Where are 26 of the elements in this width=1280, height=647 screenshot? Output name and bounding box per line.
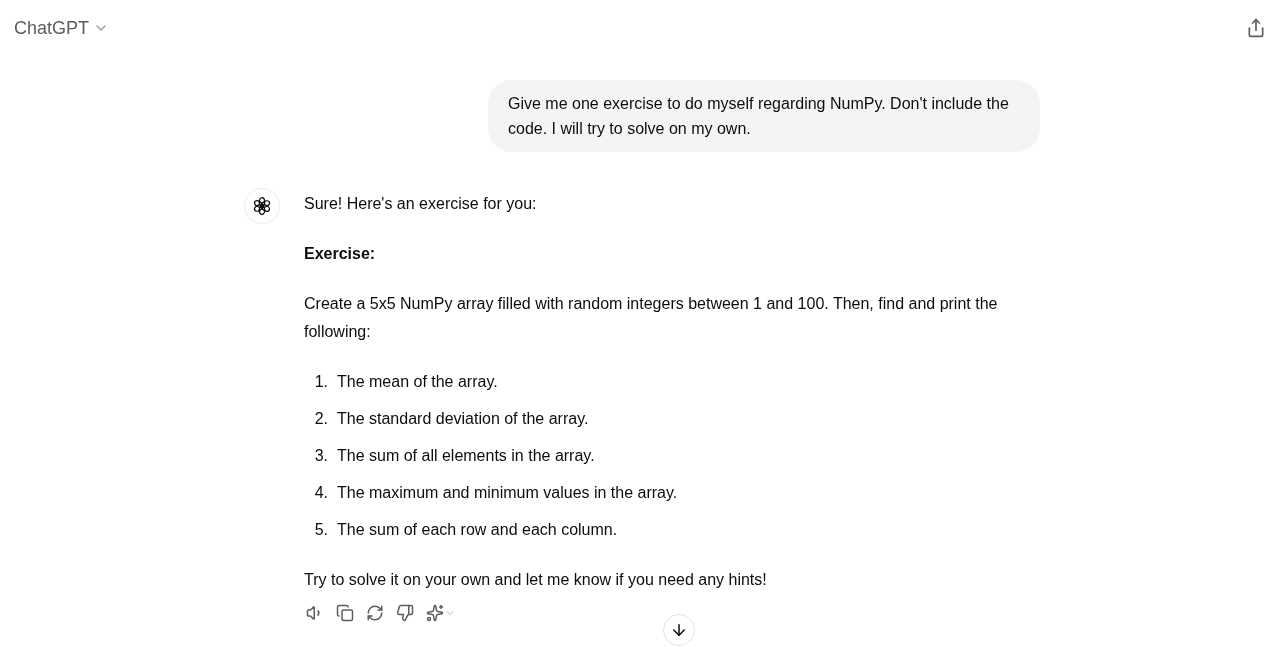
refresh-icon [366,604,384,622]
message-heading: Exercise: [304,244,377,264]
list-number: 5. [314,520,328,540]
list-item-text: The maximum and minimum values in the array. [337,483,678,503]
list-item-text: The standard deviation of the array. [337,409,589,429]
user-message: Give me one exercise to do myself regarding NumPy. Don't include the code. I will try to solve on my own. [488,80,1040,152]
flower-logo-icon [252,196,272,216]
message-text: Create a 5x5 NumPy array filled with random integers between 1 and 100. Then, find and print the following: [304,294,999,342]
list-number: 3. [314,446,328,466]
dislike-button[interactable] [394,602,416,624]
message-text: Try to solve it on your own and let me know if you need any hints! [304,570,768,590]
model-selector[interactable]: ChatGPT [14,17,110,39]
list-item-text: The sum of all elements in the array. [337,446,595,466]
list-number: 1. [314,372,328,392]
share-icon [1246,18,1266,38]
list-number: 4. [314,483,328,503]
copy-button[interactable] [334,602,356,624]
copy-icon [336,604,354,622]
thumbs-down-icon [396,604,414,622]
list-item-text: The mean of the array. [337,372,498,392]
list-item-text: The sum of each row and each column. [337,520,618,540]
list-number: 2. [314,409,328,429]
arrow-down-icon [670,621,688,639]
scroll-down-button[interactable] [663,614,695,646]
message-text: Sure! Here's an exercise for you: [304,194,538,214]
sparkles-icon [426,604,444,622]
